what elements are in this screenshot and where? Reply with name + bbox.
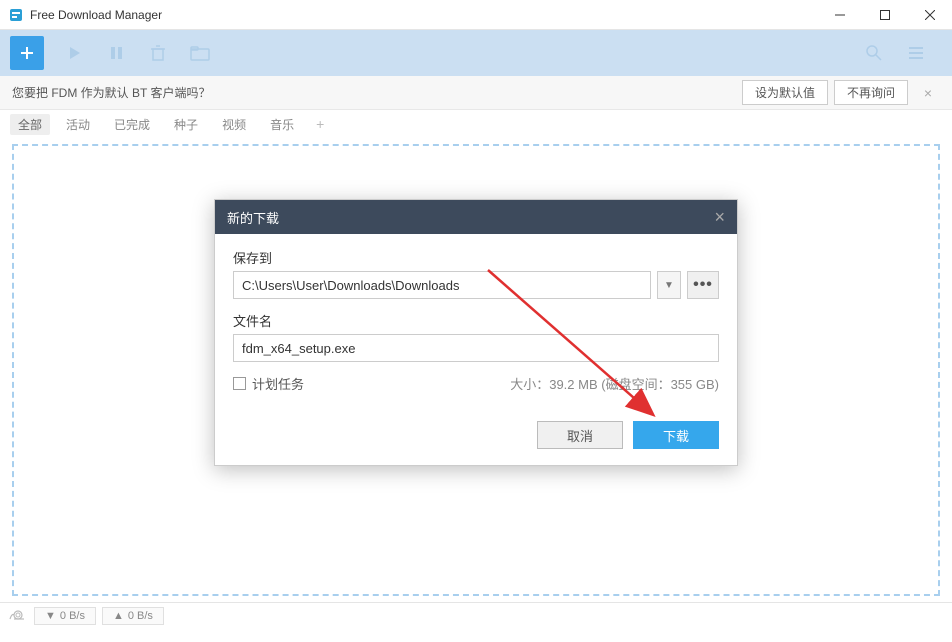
- up-arrow-icon: ▲: [113, 610, 124, 622]
- dont-ask-button[interactable]: 不再询问: [834, 80, 908, 105]
- filter-tab-active[interactable]: 活动: [58, 114, 98, 135]
- dialog-title: 新的下载: [227, 208, 714, 227]
- up-speed-value: 0 B/s: [128, 610, 153, 622]
- down-speed-value: 0 B/s: [60, 610, 85, 622]
- set-default-button[interactable]: 设为默认值: [742, 80, 828, 105]
- filename-label: 文件名: [233, 311, 719, 330]
- snail-icon[interactable]: [8, 607, 26, 624]
- maximize-button[interactable]: [862, 0, 907, 30]
- delete-button[interactable]: [142, 37, 174, 69]
- download-button[interactable]: 下载: [633, 421, 719, 449]
- close-button[interactable]: [907, 0, 952, 30]
- window-controls: [817, 0, 952, 30]
- dialog-body: 保存到 ▼ ••• 文件名 计划任务 大小：39.2 MB (磁盘空间：355 …: [215, 234, 737, 465]
- new-download-dialog: 新的下载 × 保存到 ▼ ••• 文件名 计划任务 大小：39.2 MB (磁盘…: [214, 199, 738, 466]
- start-button[interactable]: [58, 37, 90, 69]
- menu-button[interactable]: [900, 37, 932, 69]
- titlebar: Free Download Manager: [0, 0, 952, 30]
- save-to-dropdown[interactable]: ▼: [657, 271, 681, 299]
- filter-bar: 全部 活动 已完成 种子 视频 音乐 +: [0, 110, 952, 138]
- add-filter-button[interactable]: +: [310, 116, 330, 132]
- minimize-button[interactable]: [817, 0, 862, 30]
- filename-input[interactable]: [233, 334, 719, 362]
- notice-close-button[interactable]: ×: [916, 85, 940, 101]
- size-info: 大小：39.2 MB (磁盘空间：355 GB): [304, 374, 719, 393]
- download-speed[interactable]: ▼ 0 B/s: [34, 607, 96, 625]
- window-title: Free Download Manager: [30, 8, 817, 22]
- filter-tab-music[interactable]: 音乐: [262, 114, 302, 135]
- move-button[interactable]: [184, 37, 216, 69]
- filter-tab-all[interactable]: 全部: [10, 114, 50, 135]
- upload-speed[interactable]: ▲ 0 B/s: [102, 607, 164, 625]
- down-arrow-icon: ▼: [45, 610, 56, 622]
- statusbar: ▼ 0 B/s ▲ 0 B/s: [0, 602, 952, 628]
- filter-tab-completed[interactable]: 已完成: [106, 114, 158, 135]
- notice-bar: 您要把 FDM 作为默认 BT 客户端吗？ 设为默认值 不再询问 ×: [0, 76, 952, 110]
- schedule-checkbox[interactable]: [233, 377, 246, 390]
- pause-button[interactable]: [100, 37, 132, 69]
- browse-button[interactable]: •••: [687, 271, 719, 299]
- save-to-label: 保存到: [233, 248, 719, 267]
- save-to-input[interactable]: [233, 271, 651, 299]
- search-button[interactable]: [858, 37, 890, 69]
- add-download-button[interactable]: [10, 36, 44, 70]
- toolbar: [0, 30, 952, 76]
- app-icon: [8, 7, 24, 23]
- dialog-header[interactable]: 新的下载 ×: [215, 200, 737, 234]
- dialog-close-button[interactable]: ×: [714, 207, 725, 228]
- filter-tab-torrents[interactable]: 种子: [166, 114, 206, 135]
- cancel-button[interactable]: 取消: [537, 421, 623, 449]
- filter-tab-video[interactable]: 视频: [214, 114, 254, 135]
- schedule-label: 计划任务: [252, 374, 304, 393]
- notice-text: 您要把 FDM 作为默认 BT 客户端吗？: [12, 84, 736, 101]
